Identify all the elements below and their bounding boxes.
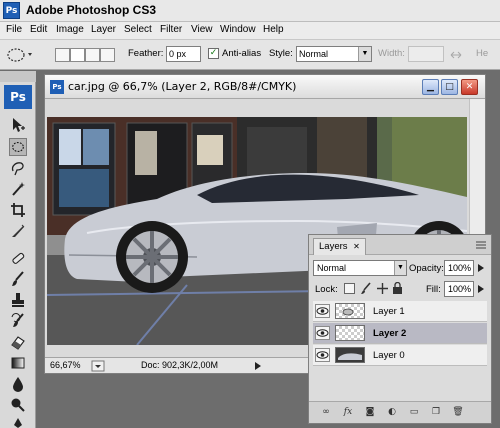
- visibility-eye-icon[interactable]: [315, 326, 330, 340]
- blur-tool-icon[interactable]: [9, 375, 27, 393]
- visibility-eye-icon[interactable]: [315, 304, 330, 318]
- menu-view[interactable]: View: [191, 24, 213, 35]
- layer-row[interactable]: Layer 1: [313, 301, 487, 322]
- swap-dimensions-icon: [450, 51, 462, 59]
- add-mask-icon[interactable]: ◙: [363, 406, 377, 419]
- menu-edit[interactable]: Edit: [30, 24, 47, 35]
- clone-stamp-tool-icon[interactable]: [9, 291, 27, 309]
- width-input: [408, 46, 444, 62]
- dodge-tool-icon[interactable]: [9, 396, 27, 414]
- layer-style-icon[interactable]: fx: [341, 406, 355, 419]
- arrow-right-icon[interactable]: [476, 263, 486, 273]
- subtract-from-selection-button[interactable]: [85, 48, 100, 62]
- pen-tool-icon[interactable]: [9, 417, 27, 428]
- chevron-down-icon: ▼: [394, 261, 406, 275]
- magic-wand-tool-icon[interactable]: [9, 180, 27, 198]
- layers-panel-footer: ∞ fx ◙ ◐ ▭ ❐ 🗑: [309, 401, 491, 423]
- gradient-tool-icon[interactable]: [9, 354, 27, 372]
- close-button[interactable]: ✕: [461, 79, 478, 95]
- menu-window[interactable]: Window: [220, 24, 256, 35]
- intersect-selection-button[interactable]: [100, 48, 115, 62]
- close-icon[interactable]: ✕: [353, 242, 360, 251]
- app-title: Adobe Photoshop CS3: [26, 3, 156, 17]
- opacity-input[interactable]: 100%: [444, 260, 474, 276]
- crop-tool-icon[interactable]: [9, 201, 27, 219]
- zoom-level[interactable]: 66,67%: [50, 360, 81, 370]
- link-layers-icon[interactable]: ∞: [319, 406, 333, 419]
- style-select-value: Normal: [299, 49, 329, 59]
- chevron-down-icon: ▼: [358, 47, 371, 61]
- document-title: car.jpg @ 66,7% (Layer 2, RGB/8#/CMYK): [68, 80, 297, 93]
- layer-thumbnail: [335, 325, 365, 341]
- document-size: Doc: 902,3K/2,00M: [141, 360, 219, 370]
- new-group-icon[interactable]: ▭: [407, 406, 421, 419]
- status-menu-icon[interactable]: [91, 360, 105, 372]
- layer-row[interactable]: Layer 0: [313, 345, 487, 366]
- layer-thumbnail: [335, 347, 365, 363]
- layers-panel-tabrow: Layers ✕: [309, 235, 491, 255]
- lasso-tool-icon[interactable]: [9, 159, 27, 177]
- tab-layers-label: Layers: [319, 241, 348, 252]
- slice-tool-icon[interactable]: [9, 222, 27, 240]
- options-bar: Feather: 0 px ✓ Anti-alias Style: Normal…: [0, 40, 500, 70]
- elliptical-marquee-preset-icon[interactable]: [6, 47, 36, 63]
- menu-select[interactable]: Select: [124, 24, 152, 35]
- panel-menu-icon[interactable]: [475, 240, 487, 250]
- document-titlebar[interactable]: Ps car.jpg @ 66,7% (Layer 2, RGB/8#/CMYK…: [45, 75, 485, 99]
- new-layer-icon[interactable]: ❐: [429, 406, 443, 419]
- adjustment-layer-icon[interactable]: ◐: [385, 406, 399, 419]
- style-label: Style:: [269, 48, 293, 59]
- history-brush-tool-icon[interactable]: [9, 312, 27, 330]
- lock-pixels-brush-icon[interactable]: [360, 282, 372, 295]
- lock-transparency-icon[interactable]: [344, 283, 355, 294]
- minimize-button[interactable]: ▁: [422, 79, 439, 95]
- menu-image[interactable]: Image: [56, 24, 84, 35]
- visibility-eye-icon[interactable]: [315, 348, 330, 362]
- photoshop-logo: Ps: [4, 85, 32, 109]
- trash-icon[interactable]: 🗑: [451, 406, 465, 419]
- layer-thumbnail: [335, 303, 365, 319]
- layers-panel: Layers ✕ Normal ▼ Opacity: 100% Lock: Fi…: [308, 234, 492, 424]
- fill-input[interactable]: 100%: [444, 281, 474, 297]
- toolbox: Ps: [0, 71, 36, 428]
- blend-mode-select[interactable]: Normal ▼: [313, 260, 407, 276]
- elliptical-marquee-tool-icon[interactable]: [9, 138, 27, 156]
- tab-layers[interactable]: Layers ✕: [313, 238, 366, 255]
- menu-file[interactable]: File: [6, 24, 22, 35]
- layer-name: Layer 0: [373, 350, 405, 361]
- add-to-selection-button[interactable]: [70, 48, 85, 62]
- healing-brush-tool-icon[interactable]: [9, 249, 27, 267]
- arrow-right-icon[interactable]: [476, 284, 486, 294]
- antialias-checkbox[interactable]: ✓: [208, 48, 219, 59]
- photoshop-app-icon: Ps: [3, 2, 20, 19]
- move-tool-icon[interactable]: [9, 116, 27, 134]
- height-label: He: [476, 48, 489, 59]
- style-select[interactable]: Normal ▼: [296, 46, 372, 62]
- eraser-tool-icon[interactable]: [9, 333, 27, 351]
- document-ps-icon: Ps: [50, 80, 64, 94]
- maximize-button[interactable]: □: [441, 79, 458, 95]
- layer-row[interactable]: Layer 2: [313, 323, 487, 344]
- opacity-label: Opacity:: [409, 263, 444, 274]
- app-titlebar: Ps Adobe Photoshop CS3: [0, 0, 500, 22]
- fill-label: Fill:: [426, 284, 441, 295]
- menu-layer[interactable]: Layer: [91, 24, 116, 35]
- lock-all-icon[interactable]: [392, 282, 403, 295]
- new-selection-button[interactable]: [55, 48, 70, 62]
- toolbox-grip[interactable]: [0, 71, 36, 82]
- menu-help[interactable]: Help: [263, 24, 284, 35]
- width-label: Width:: [378, 48, 405, 59]
- feather-input[interactable]: 0 px: [166, 46, 201, 62]
- lock-position-move-icon[interactable]: [376, 282, 389, 295]
- menu-bar: File Edit Image Layer Select Filter View…: [0, 22, 500, 40]
- arrow-right-icon[interactable]: [253, 361, 263, 371]
- feather-label: Feather:: [128, 48, 164, 59]
- menu-filter[interactable]: Filter: [160, 24, 182, 35]
- antialias-label: Anti-alias: [222, 48, 262, 59]
- layer-name: Layer 2: [373, 328, 407, 339]
- layer-name: Layer 1: [373, 306, 405, 317]
- lock-label: Lock:: [315, 284, 338, 295]
- brush-tool-icon[interactable]: [9, 270, 27, 288]
- blend-mode-value: Normal: [317, 263, 347, 273]
